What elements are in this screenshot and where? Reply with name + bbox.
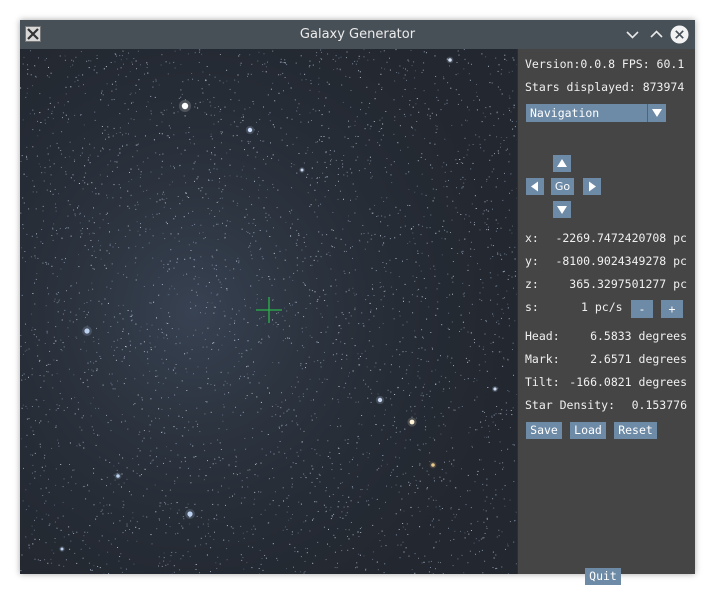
galaxy-viewport[interactable]	[20, 49, 517, 574]
version-fps-text: Version:0.0.8 FPS: 60.1	[525, 57, 685, 71]
close-icon	[670, 25, 689, 44]
starfield	[20, 49, 517, 574]
maximize-button[interactable]	[647, 25, 666, 44]
star-density-label: Star Density:	[525, 398, 616, 412]
coord-x-label: x:	[525, 231, 539, 245]
caret-down-icon	[647, 104, 666, 122]
nav-left-button[interactable]	[526, 178, 544, 195]
arrow-up-icon	[557, 159, 567, 167]
coord-z-value: 365.3297501277 pc	[569, 277, 687, 291]
app-window: Galaxy Generator Version:0.0.8 FPS: 60.1…	[20, 20, 695, 585]
mode-select-value: Navigation	[530, 106, 600, 120]
heading-value: 6.5833 degrees	[590, 329, 687, 343]
control-panel: Version:0.0.8 FPS: 60.1 Stars displayed:…	[517, 49, 695, 585]
chevron-up-icon	[650, 30, 663, 38]
save-button[interactable]: Save	[526, 422, 562, 439]
speed-label: s:	[525, 300, 539, 314]
quit-button[interactable]: Quit	[585, 568, 621, 585]
nav-go-button[interactable]: Go	[551, 178, 574, 195]
close-button[interactable]	[670, 25, 689, 44]
mode-select[interactable]: Navigation	[526, 104, 666, 122]
arrow-right-icon	[589, 181, 596, 192]
nav-down-button[interactable]	[553, 201, 571, 218]
tilt-value: -166.0821 degrees	[569, 375, 687, 389]
stars-displayed-text: Stars displayed: 873974	[525, 80, 685, 94]
window-title: Galaxy Generator	[299, 27, 416, 42]
speed-value: 1 pc/s	[581, 300, 623, 314]
chevron-down-icon	[626, 31, 639, 39]
heading-label: Head:	[525, 329, 560, 343]
nav-up-button[interactable]	[553, 155, 571, 172]
load-button[interactable]: Load	[570, 422, 606, 439]
tilt-label: Tilt:	[525, 375, 560, 389]
arrow-left-icon	[531, 181, 538, 192]
speed-increase-button[interactable]: +	[661, 300, 683, 318]
star-density-value: 0.153776	[631, 398, 687, 412]
coord-y-value: -8100.9024349278 pc	[555, 254, 687, 268]
mark-value: 2.6571 degrees	[590, 352, 687, 366]
reset-button[interactable]: Reset	[614, 422, 657, 439]
nav-right-button[interactable]	[583, 178, 601, 195]
title-bar[interactable]: Galaxy Generator	[20, 20, 695, 49]
coord-y-label: y:	[525, 254, 539, 268]
coord-z-label: z:	[525, 277, 539, 291]
speed-decrease-button[interactable]: -	[631, 300, 653, 318]
minimize-button[interactable]	[623, 25, 642, 44]
mark-label: Mark:	[525, 352, 560, 366]
coord-x-value: -2269.7472420708 pc	[555, 231, 687, 245]
arrow-down-icon	[557, 206, 567, 214]
